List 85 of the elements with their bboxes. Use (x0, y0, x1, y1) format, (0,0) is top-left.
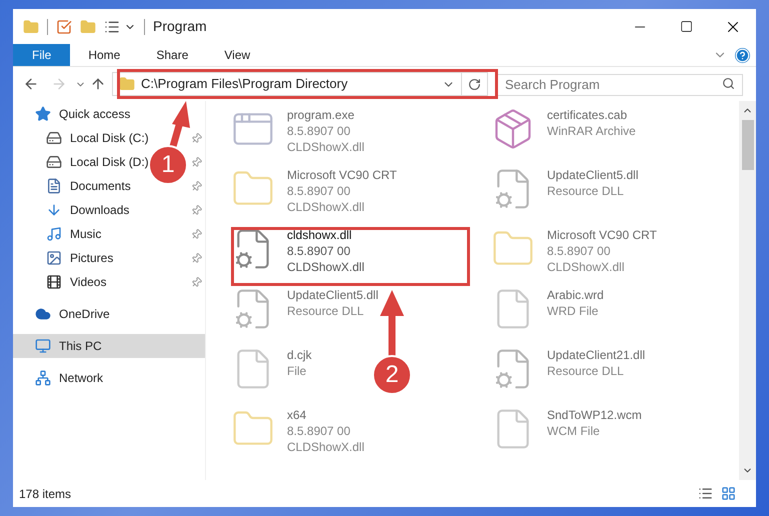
properties-icon[interactable] (56, 18, 72, 34)
file-item[interactable]: x64 8.5.8907 00 CLDShowX.dll (219, 403, 364, 463)
document-icon (46, 178, 62, 194)
file-detail: WRD File (547, 303, 600, 319)
sidebar-item[interactable]: Music (70, 225, 102, 243)
scrollbar[interactable] (739, 101, 756, 480)
sidebar-label: This PC (59, 338, 102, 355)
file-item[interactable]: UpdateClient5.dll Resource DLL (479, 163, 638, 223)
file-detail: 8.5.8907 00 (287, 123, 352, 139)
file-detail: CLDShowX.dll (547, 259, 626, 275)
file-detail: CLDShowX.dll (287, 439, 364, 455)
file-name: UpdateClient21.dll (547, 347, 646, 363)
maximize-icon[interactable] (680, 20, 693, 33)
search-field[interactable]: Search Program (496, 74, 743, 96)
star-icon (35, 106, 51, 122)
refresh-icon[interactable] (468, 78, 481, 90)
film-icon (46, 274, 62, 290)
help-icon[interactable] (735, 48, 750, 62)
drive-icon (46, 154, 62, 170)
details-view-icon[interactable] (698, 486, 713, 501)
file-name: UpdateClient5.dll (547, 167, 638, 183)
file-detail: WinRAR Archive (547, 123, 636, 139)
sidebar-item[interactable]: Network (59, 369, 104, 387)
window-title: Program (153, 17, 207, 36)
sidebar-item[interactable]: OneDrive (59, 305, 110, 323)
back-icon[interactable] (23, 76, 39, 92)
file-item[interactable]: UpdateClient5.dll Resource DLL (219, 283, 378, 343)
file-detail: CLDShowX.dll (287, 199, 366, 215)
sidebar-item[interactable]: Local Disk (D:) (70, 153, 149, 171)
network-icon (35, 370, 51, 386)
file-name: certificates.cab (547, 107, 628, 123)
file-name: d.cjk (287, 347, 312, 363)
file-detail: Resource DLL (287, 303, 365, 319)
file-name: Arabic.wrd (547, 287, 604, 303)
cloud-icon (35, 306, 51, 322)
file-item[interactable]: UpdateClient21.dll Resource DLL (479, 343, 646, 403)
file-item[interactable]: Microsoft VC90 CRT 8.5.8907 00 CLDShowX.dll (219, 163, 397, 223)
drive-icon (46, 130, 62, 146)
file-item[interactable]: program.exe 8.5.8907 00 CLDShowX.dll (219, 103, 364, 163)
file-name: program.exe (287, 107, 356, 123)
ribbon-tab[interactable]: File (13, 44, 70, 66)
sidebar-item[interactable]: Quick access (59, 105, 130, 123)
file-detail: 8.5.8907 00 (287, 423, 352, 439)
file-name: Microsoft VC90 CRT (287, 167, 397, 183)
sidebar-item[interactable]: Local Disk (C:) (70, 129, 149, 147)
file-detail: 8.5.8907 00 (287, 183, 352, 199)
file-detail: CLDShowX.dll (287, 259, 364, 275)
file-detail: File (287, 363, 308, 379)
file-name: cldshowx.dll (287, 227, 353, 243)
file-detail: Resource DLL (547, 183, 625, 199)
file-name: UpdateClient5.dll (287, 287, 378, 303)
file-item[interactable]: Microsoft VC90 CRT 8.5.8907 00 CLDShowX.dll (479, 223, 657, 283)
file-detail: Resource DLL (547, 363, 625, 379)
file-name: x64 (287, 407, 308, 423)
up-icon[interactable] (90, 76, 106, 92)
music-note-icon (46, 226, 62, 242)
sidebar-item[interactable]: Documents (70, 177, 131, 195)
item-count: 178 items (19, 486, 72, 502)
address-bar[interactable]: C:\Program Files\Program Directory (112, 72, 488, 96)
sidebar-item[interactable]: Pictures (70, 249, 114, 267)
ribbon-tab[interactable]: Share (138, 44, 206, 66)
file-detail: CLDShowX.dll (287, 139, 364, 155)
file-detail: WCM File (547, 423, 601, 439)
sidebar-item[interactable]: Videos (70, 273, 106, 291)
picture-icon (46, 250, 62, 266)
file-name: SndToWP12.wcm (547, 407, 642, 423)
search-icon[interactable] (722, 77, 735, 90)
file-name: Microsoft VC90 CRT (547, 227, 657, 243)
file-item[interactable]: d.cjk File (219, 343, 312, 403)
sidebar-item[interactable]: This PC (13, 334, 205, 358)
file-item[interactable]: certificates.cab WinRAR Archive (479, 103, 636, 163)
folder-icon (119, 76, 135, 92)
large-icons-view-icon[interactable] (721, 486, 736, 501)
address-path: C:\Program Files\Program Directory (141, 75, 348, 94)
file-detail: 8.5.8907 00 (547, 243, 612, 259)
scroll-thumb[interactable] (742, 120, 754, 170)
ribbon-tab[interactable]: Home (70, 44, 138, 66)
monitor-icon (35, 338, 51, 354)
file-item[interactable]: SndToWP12.wcm WCM File (479, 403, 642, 463)
sidebar-item[interactable]: Downloads (70, 201, 130, 219)
file-item[interactable]: cldshowx.dll 8.5.8907 00 CLDShowX.dll (219, 223, 364, 283)
view-icon[interactable] (104, 18, 120, 34)
ribbon-tab[interactable]: View (206, 44, 268, 66)
file-detail: 8.5.8907 00 (287, 243, 352, 259)
file-item[interactable]: Arabic.wrd WRD File (479, 283, 604, 343)
